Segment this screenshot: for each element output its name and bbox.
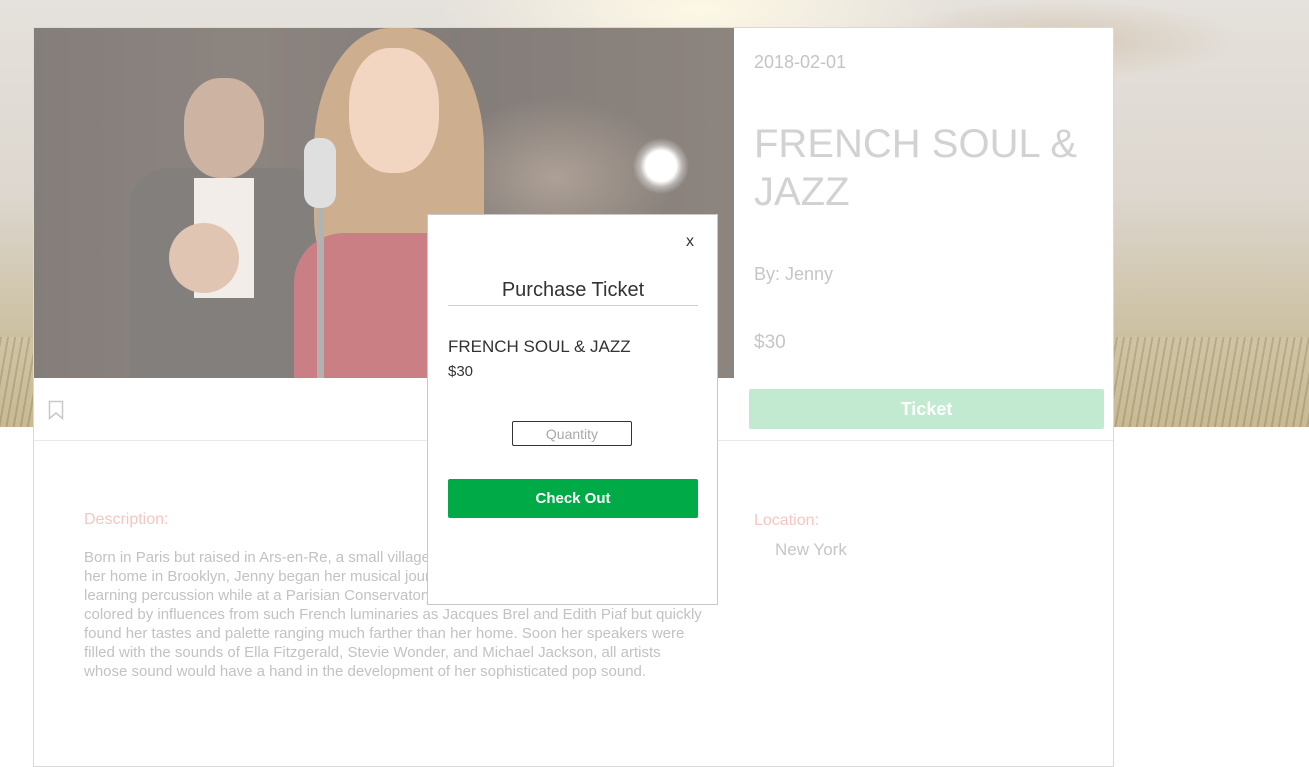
bookmark-icon[interactable]: [48, 400, 64, 420]
description-label: Description:: [84, 511, 169, 528]
location-value: New York: [775, 540, 847, 559]
modal-price: $30: [448, 363, 474, 380]
modal-divider: [448, 305, 698, 306]
quantity-input[interactable]: [512, 421, 632, 446]
close-button[interactable]: x: [686, 233, 694, 251]
modal-title: Purchase Ticket: [501, 279, 645, 301]
event-date: 2018-02-01: [754, 52, 847, 72]
event-title: FRENCH SOUL & JAZZ: [754, 122, 1078, 214]
location-label: Location:: [754, 512, 819, 529]
purchase-ticket-modal: x Purchase Ticket FRENCH SOUL & JAZZ $30…: [427, 214, 718, 605]
modal-event-name: FRENCH SOUL & JAZZ: [448, 337, 631, 356]
ticket-button[interactable]: Ticket: [749, 389, 1104, 429]
event-price: $30: [754, 332, 786, 353]
checkout-button[interactable]: Check Out: [448, 479, 698, 518]
event-organizer: By: Jenny: [754, 264, 834, 284]
